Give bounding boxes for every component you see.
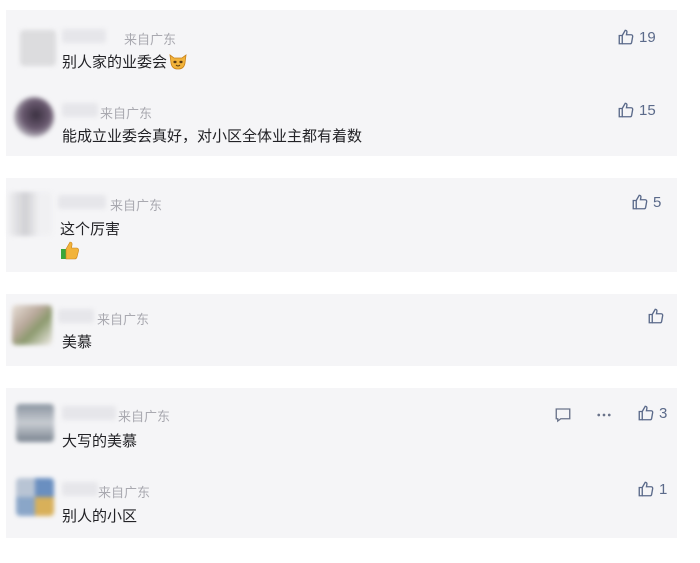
- location-label: 来自广东: [110, 199, 163, 214]
- username-blurred[interactable]: [58, 195, 106, 209]
- like-count: 15: [639, 101, 656, 119]
- like-button[interactable]: 1: [637, 480, 667, 498]
- comment-bubble-icon[interactable]: [554, 406, 572, 429]
- cat-face-emoji: [168, 52, 188, 74]
- username-blurred[interactable]: [62, 482, 98, 496]
- avatar[interactable]: [12, 305, 52, 345]
- avatar[interactable]: [14, 97, 54, 137]
- comment-text-content: 别人家的业委会: [62, 53, 168, 71]
- avatar[interactable]: [16, 478, 54, 516]
- avatar[interactable]: [20, 30, 56, 66]
- thumbs-up-icon: [638, 481, 654, 497]
- location-label: 来自广东: [124, 33, 177, 48]
- thumbs-up-emoji: [60, 240, 80, 265]
- comment-card: [6, 294, 677, 366]
- like-count: 5: [653, 193, 662, 211]
- avatar[interactable]: [8, 192, 52, 236]
- more-dots-icon[interactable]: [595, 406, 613, 429]
- comment-text: 能成立业委会真好，对小区全体业主都有着数: [62, 127, 363, 145]
- thumbs-up-icon: [618, 102, 634, 118]
- username-blurred[interactable]: [62, 406, 116, 420]
- thumbs-up-icon: [648, 308, 664, 324]
- like-button[interactable]: 5: [631, 193, 661, 211]
- username-blurred[interactable]: [58, 309, 94, 323]
- like-button[interactable]: 3: [637, 404, 667, 422]
- like-count: 1: [659, 480, 668, 498]
- like-button[interactable]: 15: [617, 101, 656, 119]
- location-label: 来自广东: [98, 486, 151, 501]
- comment-text: 别人家的业委会: [62, 51, 188, 74]
- comment-text: 美慕: [62, 333, 93, 351]
- thumbs-up-icon: [632, 194, 648, 210]
- location-label: 来自广东: [97, 313, 150, 328]
- like-count: 19: [639, 28, 656, 46]
- username-blurred[interactable]: [62, 103, 98, 117]
- comment-text: 大写的美慕: [62, 432, 138, 450]
- comment-text: 别人的小区: [62, 507, 138, 525]
- username-blurred[interactable]: [62, 29, 106, 43]
- location-label: 来自广东: [100, 107, 153, 122]
- avatar[interactable]: [16, 404, 54, 442]
- like-button[interactable]: 19: [617, 28, 656, 46]
- comment-text: 这个厉害: [60, 220, 121, 238]
- thumbs-up-icon: [638, 405, 654, 421]
- location-label: 来自广东: [118, 410, 171, 425]
- thumbs-up-icon: [618, 29, 634, 45]
- like-button[interactable]: [647, 307, 669, 325]
- like-count: 3: [659, 404, 668, 422]
